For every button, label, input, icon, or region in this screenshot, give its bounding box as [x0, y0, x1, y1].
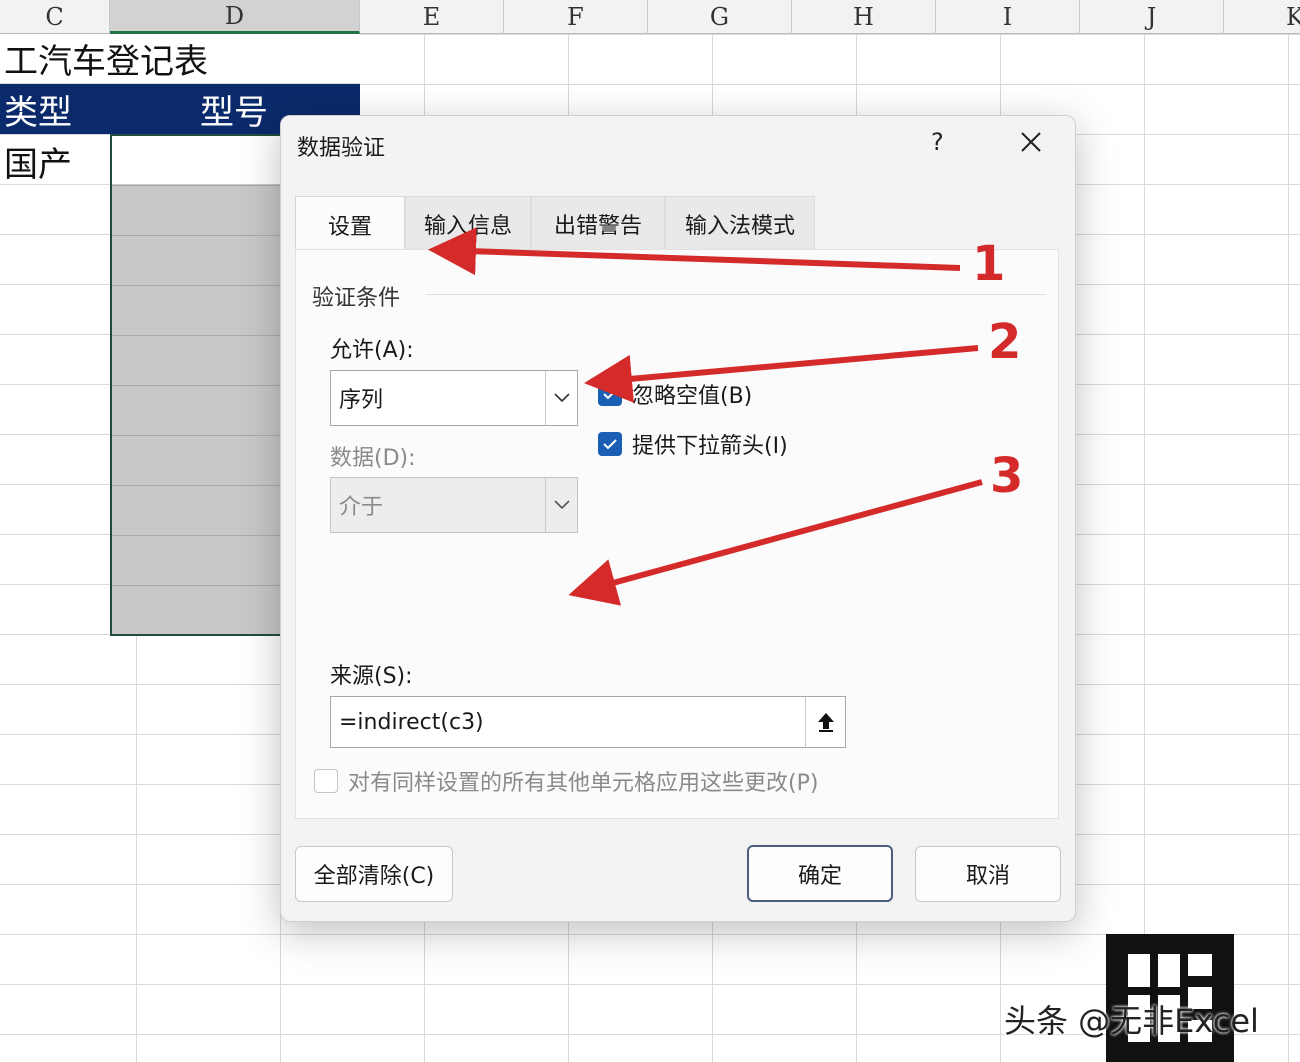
chevron-down-icon[interactable]	[545, 371, 577, 425]
group-divider	[426, 294, 1046, 295]
data-validation-dialog: 数据验证 ? 设置 输入信息 出错警告 输入法模式 验证条件 允许(A): 序列…	[280, 115, 1076, 922]
apply-all-label: 对有同样设置的所有其他单元格应用这些更改(P)	[348, 771, 819, 796]
apply-all-checkbox[interactable]: 对有同样设置的所有其他单元格应用这些更改(P)	[314, 765, 818, 797]
clear-all-button[interactable]: 全部清除(C)	[295, 846, 453, 902]
upload-arrow-icon	[817, 713, 834, 732]
column-header-g[interactable]: G	[648, 0, 792, 34]
collapse-dialog-button[interactable]	[805, 697, 845, 747]
cell-type-value[interactable]: 国产	[0, 136, 110, 186]
dropdown-arrow-checkbox[interactable]: 提供下拉箭头(I)	[598, 428, 788, 460]
column-header-j[interactable]: J	[1080, 0, 1224, 34]
allow-select[interactable]: 序列	[330, 370, 578, 426]
annotation-number-2: 2	[988, 314, 1022, 370]
header-model-cell: 型号	[200, 92, 268, 133]
close-button[interactable]	[1017, 128, 1045, 156]
column-header-h[interactable]: H	[792, 0, 936, 34]
apply-all-box-icon	[314, 769, 338, 793]
column-header-e[interactable]: E	[360, 0, 504, 34]
dropdown-arrow-label: 提供下拉箭头(I)	[632, 434, 788, 459]
validation-criteria-label: 验证条件	[312, 286, 401, 311]
tab-error-alert[interactable]: 出错警告	[531, 196, 665, 250]
column-header-c[interactable]: C	[0, 0, 110, 34]
data-select-value: 介于	[339, 495, 384, 520]
dropdown-check-icon	[598, 432, 622, 456]
help-button[interactable]: ?	[931, 128, 944, 156]
ignore-blank-label: 忽略空值(B)	[632, 384, 753, 409]
annotation-number-1: 1	[972, 236, 1006, 292]
allow-label: 允许(A):	[330, 338, 414, 363]
allow-select-value: 序列	[339, 388, 384, 413]
data-label: 数据(D):	[330, 446, 416, 471]
tab-ime-mode[interactable]: 输入法模式	[665, 196, 815, 250]
header-type-cell: 类型	[4, 92, 72, 133]
ok-button[interactable]: 确定	[747, 845, 893, 902]
tab-input-message[interactable]: 输入信息	[405, 196, 531, 250]
title-cell[interactable]: 工汽车登记表	[0, 34, 360, 84]
column-header-d[interactable]: D	[110, 0, 360, 34]
settings-panel: 验证条件 允许(A): 序列 忽略空值(B) 提供下拉箭头(I) 数据(D): …	[295, 249, 1059, 819]
column-header-f[interactable]: F	[504, 0, 648, 34]
cancel-button[interactable]: 取消	[915, 846, 1061, 902]
annotation-number-3: 3	[990, 448, 1024, 504]
dialog-title: 数据验证	[297, 136, 386, 161]
column-header-bar: C D E F G H I J K	[0, 0, 1300, 34]
tab-settings[interactable]: 设置	[295, 196, 405, 252]
ignore-blank-checkbox[interactable]: 忽略空值(B)	[598, 378, 752, 410]
source-input[interactable]: =indirect(c3)	[330, 696, 846, 748]
column-header-k[interactable]: K	[1224, 0, 1300, 34]
ignore-blank-check-icon	[598, 382, 622, 406]
chevron-down-icon	[545, 478, 577, 532]
data-select: 介于	[330, 477, 578, 533]
source-label: 来源(S):	[330, 664, 413, 689]
column-header-i[interactable]: I	[936, 0, 1080, 34]
source-input-value: =indirect(c3)	[339, 709, 484, 735]
watermark-text: 头条 @无非Excel	[1004, 1002, 1259, 1040]
close-icon	[1021, 132, 1041, 152]
